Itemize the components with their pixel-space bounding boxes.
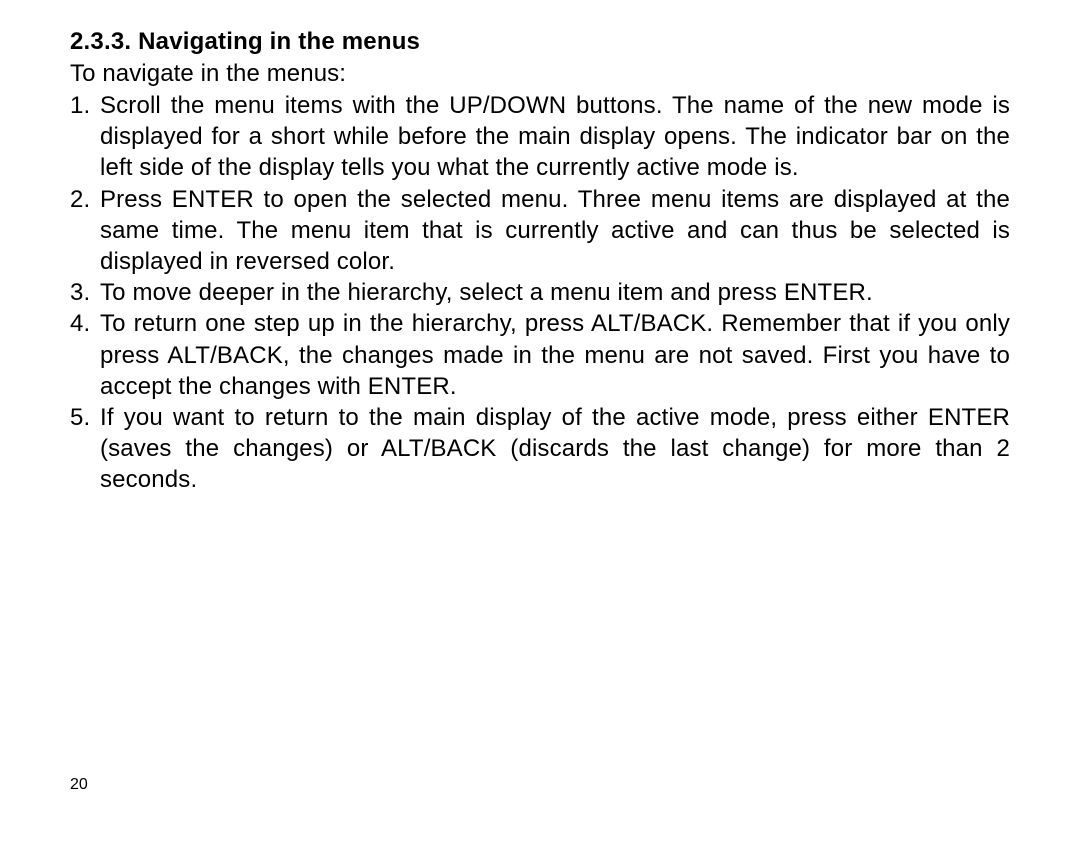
instruction-list: Scroll the menu items with the UP/DOWN b…	[70, 90, 1010, 495]
section-number: 2.3.3.	[70, 28, 131, 55]
intro-text: To navigate in the menus:	[70, 60, 1010, 88]
list-item: To return one step up in the hierarchy, …	[70, 308, 1010, 402]
list-item: Scroll the menu items with the UP/DOWN b…	[70, 90, 1010, 184]
list-item: Press ENTER to open the selected menu. T…	[70, 184, 1010, 278]
section-title: Navigating in the menus	[138, 28, 420, 55]
page-number: 20	[70, 776, 88, 794]
list-item: To move deeper in the hierarchy, select …	[70, 277, 1010, 308]
section-heading: 2.3.3. Navigating in the menus	[70, 28, 1010, 56]
list-item: If you want to return to the main displa…	[70, 402, 1010, 496]
